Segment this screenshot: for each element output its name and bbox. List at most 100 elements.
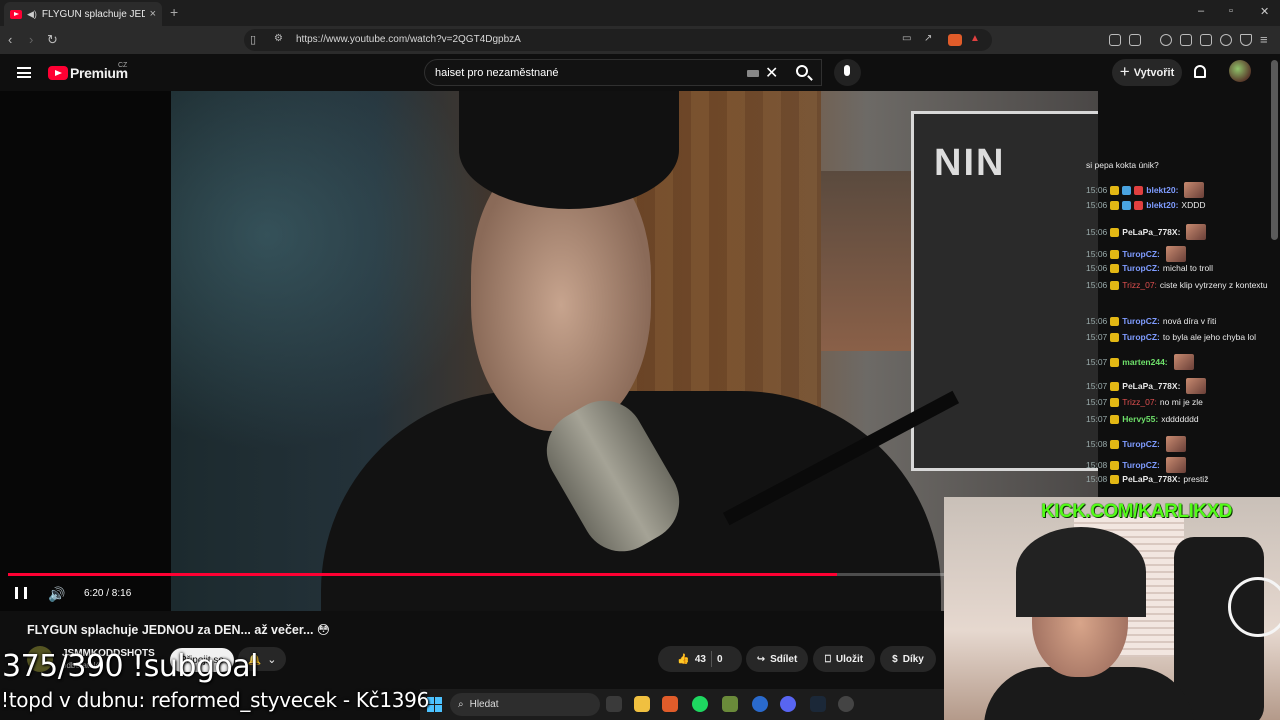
taskbar-search[interactable]: ⌕ Hledat	[450, 693, 600, 716]
chat-username[interactable]: marten244:	[1122, 357, 1167, 367]
vpn-icon[interactable]	[1240, 34, 1252, 46]
pause-icon[interactable]	[15, 587, 27, 599]
chat-username[interactable]: TuropCZ:	[1122, 263, 1160, 273]
clear-search-icon[interactable]: ✕	[765, 63, 778, 83]
extensions-icon[interactable]	[1109, 34, 1121, 46]
chat-username[interactable]: TuropCZ:	[1122, 249, 1160, 259]
volume-icon[interactable]: 🔊	[48, 586, 65, 603]
chat-username[interactable]: blekt20:	[1146, 200, 1178, 210]
like-separator	[711, 651, 712, 667]
notifications-icon[interactable]	[1194, 65, 1206, 78]
keyboard-icon[interactable]	[747, 70, 759, 77]
kick-url-overlay: KICK.COM/KARLIKXD	[1041, 501, 1233, 522]
obs-icon[interactable]	[838, 696, 854, 712]
like-dislike-group: 👍 43 0	[658, 646, 742, 672]
minimize-button[interactable]: –	[1198, 5, 1204, 17]
file-explorer-icon[interactable]	[634, 696, 650, 712]
brave-shields-icon[interactable]	[948, 34, 962, 46]
chat-badge-icon	[1110, 381, 1120, 391]
chat-timestamp: 15:06	[1086, 249, 1108, 259]
browser-address-bar: ‹ › ↻ ▯ ⚙ https://www.youtube.com/watch?…	[0, 26, 1280, 54]
steam-icon[interactable]	[810, 696, 826, 712]
chat-timestamp: 15:07	[1086, 381, 1108, 391]
close-window-button[interactable]: ✕	[1260, 5, 1269, 18]
cast-icon[interactable]: ▭	[902, 33, 911, 44]
chat-username[interactable]: Hervy55:	[1122, 414, 1158, 424]
share-button[interactable]: ↪ Sdílet	[746, 646, 808, 672]
guide-menu-icon[interactable]	[17, 67, 31, 78]
chat-username[interactable]: PeLaPa_778X:	[1122, 381, 1180, 391]
chat-badge-icon	[1110, 263, 1120, 273]
sidebar-icon[interactable]	[1180, 34, 1192, 46]
chat-username[interactable]: Trizz_07:	[1122, 397, 1157, 407]
windows-start-icon[interactable]	[427, 697, 442, 712]
ccleaner-icon[interactable]	[752, 696, 768, 712]
chat-badge-icon	[1134, 200, 1144, 210]
chat-username[interactable]: Trizz_07:	[1122, 280, 1157, 290]
share-icon: ↪	[756, 653, 766, 665]
browser-tab[interactable]: ◀) FLYGUN splachuje JEDNOU za DEN... až …	[4, 2, 162, 26]
music-icon[interactable]	[1160, 34, 1172, 46]
discord-icon[interactable]	[780, 696, 796, 712]
site-settings-icon[interactable]: ⚙	[274, 33, 283, 44]
voice-search-icon[interactable]	[834, 59, 861, 86]
spotify-icon[interactable]	[692, 696, 708, 712]
chat-username[interactable]: PeLaPa_778X:	[1122, 227, 1180, 237]
brave-rewards-icon[interactable]: ▲	[970, 33, 980, 44]
forward-icon[interactable]: ›	[29, 32, 33, 47]
chat-badge-icon	[1110, 474, 1120, 484]
menu-icon[interactable]: ≡	[1260, 32, 1268, 47]
leo-ai-icon[interactable]	[1220, 34, 1232, 46]
chat-emote-icon	[1186, 224, 1207, 240]
url-field[interactable]: ▯ ⚙ https://www.youtube.com/watch?v=2QGT…	[244, 29, 992, 51]
chat-badge-icon	[1110, 249, 1120, 259]
dislike-count[interactable]: 0	[717, 654, 723, 665]
app-icon[interactable]	[722, 696, 738, 712]
like-icon[interactable]: 👍	[677, 654, 689, 665]
search-box[interactable]: haiset pro nezaměstnané ✕	[424, 59, 822, 86]
chat-timestamp: 15:06	[1086, 316, 1108, 326]
thanks-button[interactable]: $ Díky	[880, 646, 936, 672]
tab-close-icon[interactable]: ×	[150, 8, 156, 20]
chat-text: nová díra v řiti	[1162, 316, 1217, 326]
page-scrollbar[interactable]	[1271, 60, 1278, 240]
share-page-icon[interactable]: ↗	[924, 33, 932, 44]
chat-username[interactable]: blekt20:	[1146, 185, 1178, 195]
video-player[interactable]: NIN	[0, 91, 1098, 611]
chat-text: prestiž	[1183, 474, 1209, 484]
brave-icon[interactable]	[662, 696, 678, 712]
reload-icon[interactable]: ↻	[47, 32, 58, 48]
search-input[interactable]: haiset pro nezaměstnané	[435, 67, 559, 79]
chat-username[interactable]: TuropCZ:	[1122, 316, 1160, 326]
chat-badge-icon	[1134, 185, 1144, 195]
chat-badge-icon	[1110, 200, 1120, 210]
save-button[interactable]: ⎕ Uložit	[813, 646, 875, 672]
new-tab-button[interactable]: +	[170, 4, 178, 20]
chat-badge-icon	[1122, 185, 1132, 195]
chat-text: no mi je zle	[1159, 397, 1203, 407]
back-icon[interactable]: ‹	[8, 32, 12, 47]
taskbar-search-icon: ⌕	[458, 699, 464, 710]
chat-badge-icon	[1110, 332, 1120, 342]
wallet-icon[interactable]	[1129, 34, 1141, 46]
chat-badge-icon	[1110, 414, 1120, 424]
youtube-logo-icon[interactable]	[48, 66, 68, 80]
create-button[interactable]: + Vytvořit	[1112, 59, 1182, 86]
task-view-icon[interactable]	[606, 696, 622, 712]
chat-username[interactable]: TuropCZ:	[1122, 439, 1160, 449]
background-plants	[171, 91, 491, 451]
account-avatar[interactable]	[1229, 60, 1251, 82]
wallet-browser-icon[interactable]	[1200, 34, 1212, 46]
progress-bar[interactable]	[8, 573, 1090, 576]
chat-username[interactable]: TuropCZ:	[1122, 460, 1160, 470]
topd-overlay: !topd v dubnu: reformed_styvecek - Kč139…	[1, 688, 430, 712]
maximize-button[interactable]: ▫	[1229, 5, 1233, 17]
webcam-headset	[1016, 527, 1146, 617]
like-count[interactable]: 43	[695, 654, 706, 665]
bookmark-icon[interactable]: ▯	[250, 33, 256, 46]
chat-username[interactable]: TuropCZ:	[1122, 332, 1160, 342]
chat-text: michal to troll	[1162, 263, 1213, 273]
chat-username[interactable]: PeLaPa_778X:	[1122, 474, 1180, 484]
thanks-label: Díky	[902, 653, 924, 665]
chat-message: 15:06 PeLaPa_778X:	[1086, 224, 1207, 240]
